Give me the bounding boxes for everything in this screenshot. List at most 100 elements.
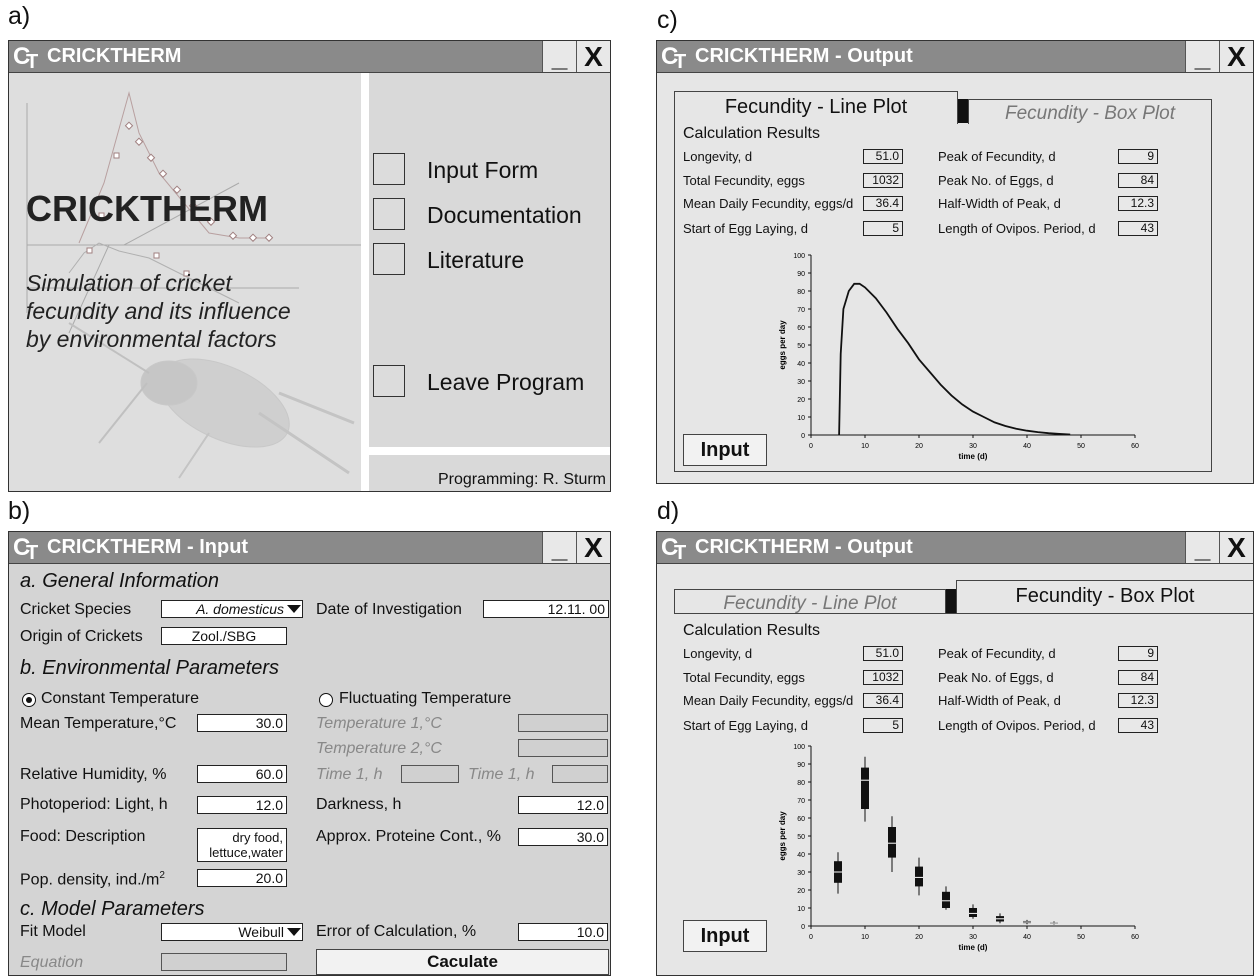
x-tick-label: 30	[969, 934, 977, 941]
x-tick-label: 50	[1077, 443, 1085, 450]
result-value: 51.0	[863, 149, 903, 164]
protein-input[interactable]: 30.0	[518, 828, 608, 846]
photoperiod-input[interactable]: 12.0	[197, 796, 287, 814]
result-label: Length of Ovipos. Period, d	[938, 221, 1096, 236]
food-input[interactable]: dry food, lettuce,water	[197, 828, 287, 862]
y-tick-label: 60	[797, 816, 805, 823]
menu-item-literature[interactable]: Literature	[373, 243, 608, 277]
splash-subtitle-line-1: Simulation of cricket	[26, 270, 232, 296]
splash-heading: CRICKTHERM	[26, 188, 268, 229]
result-label: Total Fecundity, eggs	[683, 173, 805, 188]
result-label: Longevity, d	[683, 646, 753, 661]
y-tick-label: 90	[797, 762, 805, 769]
humidity-label: Relative Humidity, %	[20, 766, 167, 783]
x-tick-label: 0	[809, 443, 813, 450]
species-select[interactable]: A. domesticus	[161, 600, 303, 618]
tab-box-plot[interactable]: Fecundity - Box Plot	[968, 99, 1212, 125]
minimize-button[interactable]: _	[1185, 532, 1219, 563]
result-value: 36.4	[863, 693, 903, 708]
time1b-label: Time 1, h	[468, 766, 535, 783]
date-label: Date of Investigation	[316, 601, 462, 618]
fit-model-label: Fit Model	[20, 923, 86, 940]
x-tick-label: 60	[1131, 443, 1139, 450]
x-tick-label: 10	[861, 443, 869, 450]
time1b-input[interactable]	[552, 765, 608, 783]
literature-checkbox-icon[interactable]	[373, 243, 405, 275]
close-button[interactable]: X	[1219, 41, 1253, 72]
box-body	[942, 891, 950, 908]
section-model-heading: c. Model Parameters	[20, 898, 205, 920]
y-axis-label: eggs per day	[778, 811, 787, 861]
pop-density-sup: 2	[159, 870, 165, 881]
mean-temp-label: Mean Temperature,°C	[20, 715, 177, 732]
close-button[interactable]: X	[1219, 532, 1253, 563]
tab-line-plot[interactable]: Fecundity - Line Plot	[674, 589, 946, 613]
pop-density-input[interactable]: 20.0	[197, 869, 287, 887]
box-body	[888, 827, 896, 858]
photoperiod-label: Photoperiod: Light, h	[20, 796, 168, 813]
x-tick-label: 20	[915, 934, 923, 941]
result-value: 1032	[863, 173, 903, 188]
result-label: Start of Egg Laying, d	[683, 718, 809, 733]
splash-art: CRICKTHERM Simulation of cricket fecundi…	[9, 73, 361, 491]
temp2-input[interactable]	[518, 739, 608, 757]
fluctuating-temp-radio-icon[interactable]	[319, 693, 333, 707]
error-input[interactable]: 10.0	[518, 923, 608, 941]
y-tick-label: 0	[801, 924, 805, 931]
constant-temp-radio-icon[interactable]	[22, 693, 36, 707]
y-tick-label: 0	[801, 433, 805, 440]
result-label: Peak of Fecundity, d	[938, 646, 1056, 661]
darkness-input[interactable]: 12.0	[518, 796, 608, 814]
result-label: Longevity, d	[683, 149, 753, 164]
close-button[interactable]: X	[576, 41, 610, 72]
time1a-label: Time 1, h	[316, 766, 383, 783]
app-logo-icon: CT	[13, 43, 38, 73]
close-button[interactable]: X	[576, 532, 610, 563]
menu-item-documentation[interactable]: Documentation	[373, 198, 608, 232]
origin-label: Origin of Crickets	[20, 628, 143, 645]
menu-item-leave-program[interactable]: Leave Program	[373, 365, 608, 399]
calculate-button[interactable]: Caculate	[316, 949, 609, 975]
error-label: Error of Calculation, %	[316, 923, 477, 940]
title-bar: CT CRICKTHERM - Output _ X	[657, 41, 1253, 73]
equation-label: Equation	[20, 954, 84, 971]
documentation-checkbox-icon[interactable]	[373, 198, 405, 230]
result-label: Start of Egg Laying, d	[683, 221, 809, 236]
window-title: CRICKTHERM	[47, 45, 182, 67]
constant-temp-label: Constant Temperature	[41, 690, 200, 707]
minimize-button[interactable]: _	[542, 41, 576, 72]
input-form-checkbox-icon[interactable]	[373, 153, 405, 185]
minimize-button[interactable]: _	[542, 532, 576, 563]
time1a-input[interactable]	[401, 765, 459, 783]
y-tick-label: 30	[797, 379, 805, 386]
date-input[interactable]: 12.11. 00	[483, 600, 609, 618]
fit-model-select[interactable]: Weibull	[161, 923, 303, 941]
equation-input[interactable]	[161, 953, 287, 971]
result-value: 84	[1118, 173, 1158, 188]
results-title: Calculation Results	[683, 125, 820, 142]
origin-input[interactable]: Zool./SBG	[161, 627, 287, 645]
input-button[interactable]: Input	[683, 434, 767, 466]
input-button[interactable]: Input	[683, 920, 767, 952]
humidity-input[interactable]: 60.0	[197, 765, 287, 783]
app-logo-icon: CT	[13, 534, 38, 564]
tab-box-plot[interactable]: Fecundity - Box Plot	[956, 580, 1253, 614]
tab-line-plot[interactable]: Fecundity - Line Plot	[674, 91, 958, 125]
y-tick-label: 70	[797, 307, 805, 314]
y-tick-label: 10	[797, 415, 805, 422]
credit-text: Programming: R. Sturm	[437, 471, 606, 488]
window-title: CRICKTHERM - Input	[47, 536, 249, 558]
title-bar: CT CRICKTHERM _ X	[9, 41, 610, 73]
temp2-label: Temperature 2,°C	[316, 740, 442, 757]
menu-item-input-form[interactable]: Input Form	[373, 153, 608, 187]
temp1-input[interactable]	[518, 714, 608, 732]
x-tick-label: 40	[1023, 443, 1031, 450]
result-value: 36.4	[863, 196, 903, 211]
leave-program-label: Leave Program	[427, 369, 585, 395]
leave-program-checkbox-icon[interactable]	[373, 365, 405, 397]
mean-temp-input[interactable]: 30.0	[197, 714, 287, 732]
species-dropdown-icon[interactable]	[287, 605, 301, 613]
minimize-button[interactable]: _	[1185, 41, 1219, 72]
species-label: Cricket Species	[20, 601, 132, 618]
fit-model-dropdown-icon[interactable]	[287, 928, 301, 936]
